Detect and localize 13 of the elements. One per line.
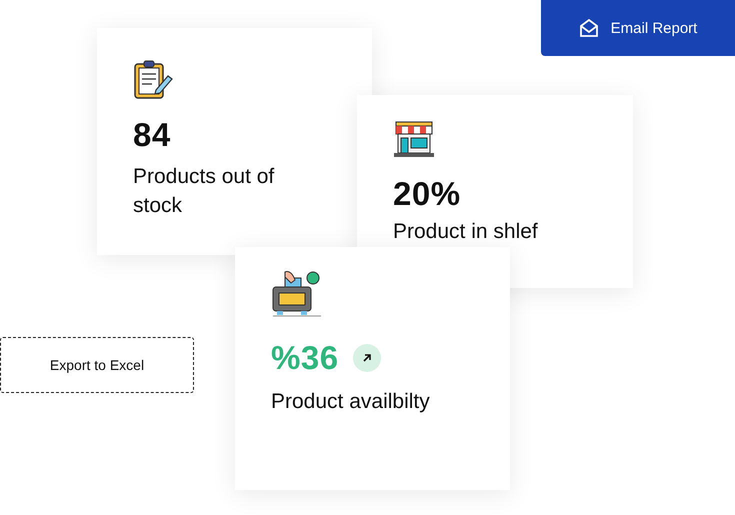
export-button[interactable]: Export to Excel [0,337,194,393]
trend-up-icon [352,344,381,372]
stat-label: Product availbilty [271,389,431,415]
clipboard-icon [133,60,175,100]
stat-value: 20% [393,175,461,213]
stat-value: 84 [133,116,171,154]
envelope-icon [578,19,599,37]
stat-value: %36 [271,339,339,377]
timer-box-icon [271,269,323,319]
stat-label: Product in shlef [393,219,539,245]
stat-label: Products out of stock [133,164,276,219]
email-report-button[interactable]: Email Report [541,0,735,56]
shop-icon [393,121,435,159]
